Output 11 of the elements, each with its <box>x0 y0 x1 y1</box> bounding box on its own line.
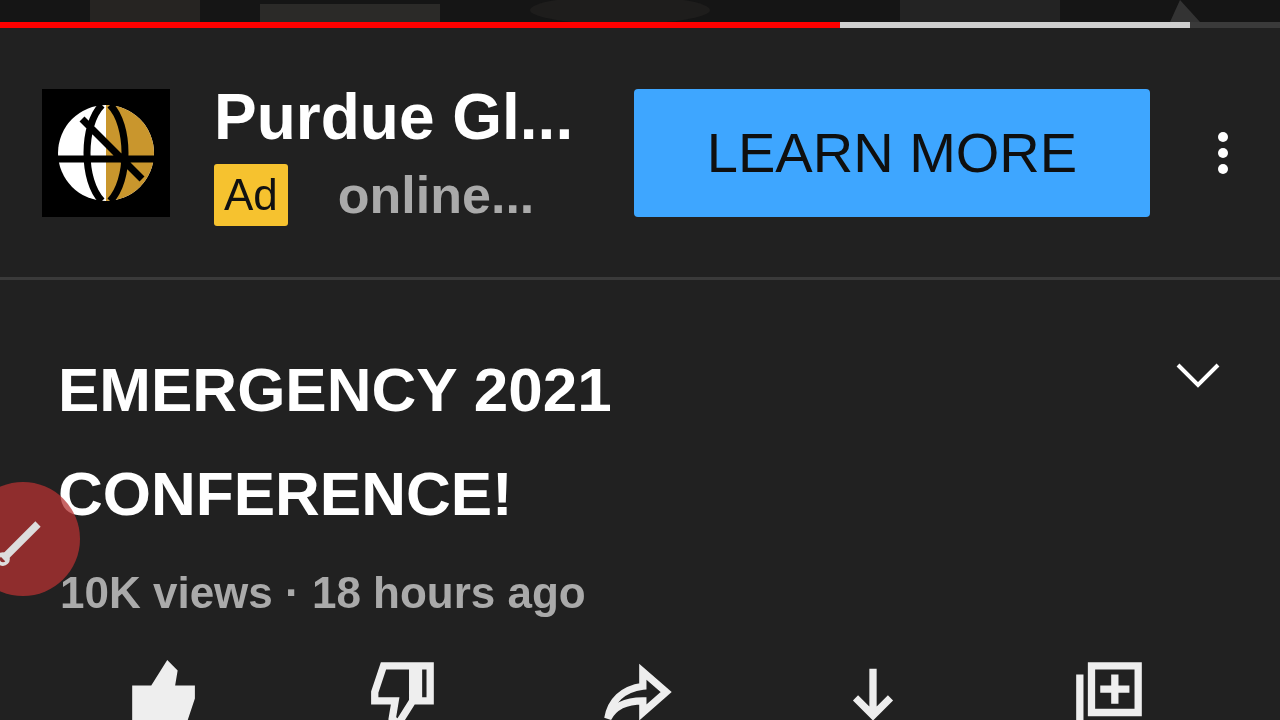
more-icon <box>1216 130 1230 175</box>
ad-domain: online... <box>337 164 535 225</box>
chevron-down-icon <box>1176 362 1220 390</box>
advertiser-name: Purdue Gl... <box>214 79 575 154</box>
ad-badge: Ad <box>214 163 288 226</box>
add-to-playlist-icon <box>1074 660 1144 720</box>
save-button[interactable] <box>1074 660 1144 720</box>
learn-more-button[interactable]: LEARN MORE <box>634 88 1150 217</box>
video-meta: 10K views · 18 hours ago <box>59 567 587 618</box>
globe-logo-icon <box>42 88 170 217</box>
video-title: EMERGENCY 2021 CONFERENCE! <box>58 354 613 530</box>
